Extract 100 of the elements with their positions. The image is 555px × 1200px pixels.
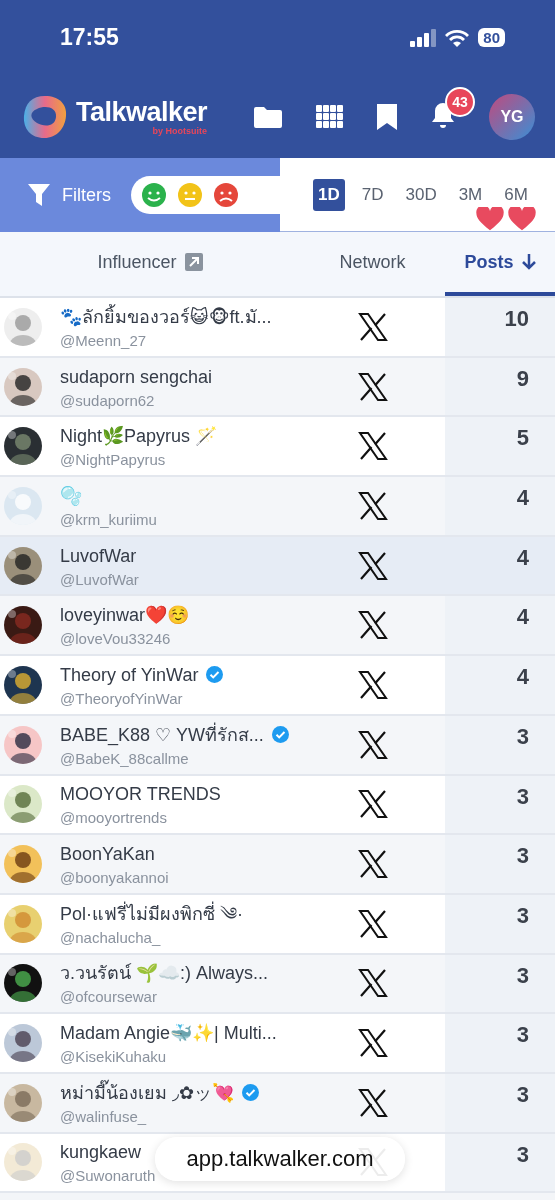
influencer-row[interactable]: MOOYOR TRENDS @mooyortrends 3 [0,775,555,836]
grid-icon[interactable] [316,105,343,128]
influencer-row[interactable]: loveyinwar❤☺ @loveVou33246 4 [0,596,555,657]
user-avatar[interactable]: YG [489,93,535,140]
influencer-name: Pol·แฟรี่ไม่มีผงพิกซี่ ༄· [60,901,243,926]
influencer-row[interactable]: sudaporn sengchai @sudaporn62 9 [0,357,555,418]
brand-tagline: by Hootsuite [152,126,208,136]
influencer-row[interactable]: BoonYaKan @boonyakannoi 3 [0,835,555,895]
influencer-name: Theory of YinWar [60,663,199,687]
influencer-name: LuvofWar [60,544,137,568]
post-count: 3 [516,1081,529,1109]
x-logo-icon [357,1088,388,1117]
x-logo-icon [357,372,388,401]
post-count: 4 [516,485,529,513]
influencer-handle: @ofcoursewar [60,988,158,1006]
brand-name: Talkwalker [76,97,208,127]
post-count: 4 [516,604,529,632]
external-link-icon [184,253,203,271]
notification-badge: 43 [445,86,475,117]
battery-level: 80 [478,28,505,47]
post-count: 9 [516,365,529,393]
post-count: 4 [516,664,529,692]
url-bar[interactable]: app.talkwalker.com [155,1137,405,1181]
influencer-handle: @loveVou33246 [60,630,172,648]
x-logo-icon [357,551,388,580]
influencer-name: 🐾ลักยิ้มของวอร์😺🐵ft.มั... [60,304,272,329]
influencer-row[interactable]: Pol·แฟรี่ไม่มีผงพิกซี่ ༄· @nachalucha_ 3 [0,894,555,955]
x-logo-icon [357,1029,388,1058]
influencer-name: BoonYaKan [60,843,155,867]
influencer-row[interactable]: BABE_K88 ♡ YWที่รักส... @BabeK_88callme 3 [0,715,555,776]
negative-sentiment-icon[interactable] [213,182,239,208]
influencer-handle: @Suwonaruth [60,1167,156,1185]
influencer-row[interactable]: Theory of YinWar @TheoryofYinWar 4 [0,656,555,716]
x-logo-icon [357,969,388,998]
sort-down-icon [521,254,536,270]
signal-icon [410,28,437,47]
influencer-handle: @mooyortrends [60,809,168,827]
influencer-name: loveyinwar❤☺ [60,604,190,628]
post-count: 3 [516,843,529,871]
influencer-handle: @LuvofWar [60,570,139,588]
influencer-name: หม่ามี๊น้องเยม ◞✿ッ💘 [60,1080,235,1105]
time-range-tab[interactable]: 30D [400,178,442,211]
influencer-name: Madam Angie🐳✨| Multi... [60,1022,277,1046]
x-logo-icon [357,850,388,879]
post-count: 4 [516,544,529,572]
influencer-handle: @walinfuse_ [60,1107,148,1125]
x-logo-icon [357,790,388,819]
post-count: 3 [516,962,529,990]
influencer-handle: @Meenn_27 [60,331,148,349]
influencer-name: sudaporn sengchai [60,365,213,389]
post-count: 3 [516,783,529,811]
influencer-row[interactable]: Night🌿Papyrus 🪄 @NightPapyrus 5 [0,417,555,478]
influencer-row[interactable]: 🫧 @krm_kuriimu 4 [0,477,555,537]
influencer-handle: @BabeK_88callme [60,749,190,767]
x-logo-icon [357,611,388,640]
post-count: 3 [516,902,529,930]
influencer-handle: @nachalucha_ [60,928,162,946]
x-logo-icon [357,909,388,938]
influencer-row[interactable]: ว.วนรัตน์ 🌱☁:) Always... @ofcoursewar 3 [0,954,555,1015]
influencer-name: kungkaew [60,1141,142,1165]
time-range-tab[interactable]: 3M [453,178,488,211]
heart-icon [507,207,537,231]
influencer-handle: @krm_kuriimu [60,510,157,528]
influencer-name: ว.วนรัตน์ 🌱☁:) Always... [60,962,268,986]
influencer-handle: @NightPapyrus [60,451,167,469]
bookmark-icon[interactable] [377,103,397,130]
post-count: 5 [516,425,529,453]
influencer-name: 🫧 [60,484,82,508]
time-range-tab[interactable]: 6M [499,178,533,211]
influencer-name: MOOYOR TRENDS [60,783,221,807]
post-count: 3 [516,1022,529,1050]
wifi-icon [445,28,470,47]
folder-icon[interactable] [254,105,282,128]
positive-sentiment-icon[interactable] [141,182,167,208]
clock-time: 17:55 [60,24,119,51]
influencer-handle: @sudaporn62 [60,391,156,409]
x-logo-icon [357,730,388,759]
logo-icon [22,93,68,140]
influencer-row[interactable]: 🐾ลักยิ้มของวอร์😺🐵ft.มั... @Meenn_27 10 [0,298,555,358]
influencer-handle: @TheoryofYinWar [60,689,184,707]
influencer-handle: @KisekiKuhaku [60,1048,168,1066]
column-header[interactable]: Influencer [0,232,300,296]
influencer-name: Night🌿Papyrus 🪄 [60,425,218,449]
influencer-name: BABE_K88 ♡ YWที่รักส... [60,722,264,747]
post-count: 3 [516,723,529,751]
x-logo-icon [357,670,388,699]
x-logo-icon [357,491,388,520]
post-count: 10 [504,306,529,333]
time-range-tab[interactable]: 7D [356,178,389,211]
time-range-tab[interactable]: 1D [313,178,345,211]
post-count: 3 [516,1141,529,1169]
x-logo-icon [357,312,388,341]
x-logo-icon [357,432,388,461]
column-header[interactable]: Network [300,232,445,296]
influencer-row[interactable]: หม่ามี๊น้องเยม ◞✿ッ💘 @walinfuse_ 3 [0,1073,555,1134]
influencer-row[interactable]: Madam Angie🐳✨| Multi... @KisekiKuhaku 3 [0,1014,555,1074]
influencer-handle: @boonyakannoi [60,869,169,887]
filter-icon [28,184,50,206]
heart-icon [475,207,505,231]
influencer-row[interactable]: LuvofWar @LuvofWar 4 [0,536,555,597]
